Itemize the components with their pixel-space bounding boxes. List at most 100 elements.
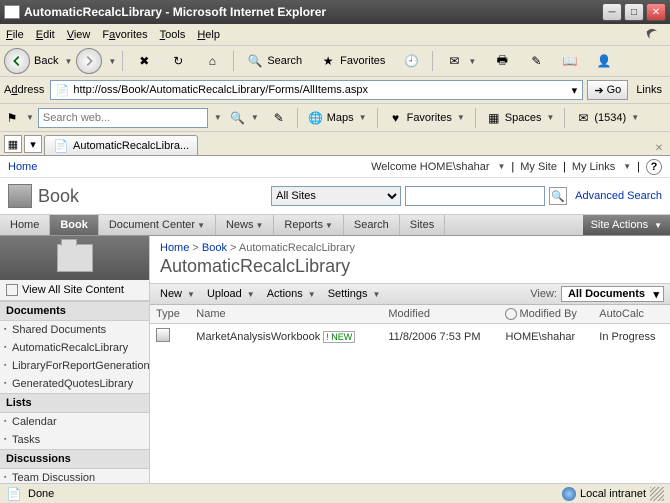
nav-tab-reports[interactable]: Reports▼	[274, 215, 343, 235]
sidebar-item-libraryforreportgeneration[interactable]: LibraryForReportGeneration	[0, 357, 149, 375]
tab-close-button[interactable]: ✕	[652, 141, 666, 155]
tab-list-button[interactable]: ▾	[24, 135, 42, 153]
sidebar-item-generatedquoteslibrary[interactable]: GeneratedQuotesLibrary	[0, 375, 149, 393]
address-input-wrap[interactable]: 📄 ▾	[50, 80, 583, 100]
crumb-home[interactable]: Home	[160, 242, 189, 254]
col-autocalc[interactable]: AutoCalc	[593, 305, 670, 324]
maximize-button[interactable]: □	[624, 3, 644, 21]
searchweb-input[interactable]	[39, 112, 207, 124]
col-type[interactable]: Type	[150, 305, 190, 324]
nav-tab-book[interactable]: Book	[50, 215, 99, 235]
minimize-button[interactable]: ─	[602, 3, 622, 21]
viewall-label: View All Site Content	[22, 284, 124, 296]
site-actions-menu[interactable]: Site Actions ▼	[583, 215, 670, 235]
advanced-search-link[interactable]: Advanced Search	[575, 190, 662, 202]
actions-menu[interactable]: Actions▼	[263, 288, 320, 300]
help-button[interactable]: ?	[646, 159, 662, 175]
table-row[interactable]: MarketAnalysisWorkbook! NEW11/8/2006 7:5…	[150, 324, 670, 350]
mylinks-link[interactable]: My Links	[572, 161, 615, 173]
fav2-label: Favorites	[407, 112, 452, 124]
nav-tab-news[interactable]: News▼	[216, 215, 274, 235]
address-bar: Address 📄 ▾ ➔ Go Links	[0, 77, 670, 104]
address-input[interactable]	[73, 84, 566, 96]
history-button[interactable]: 🕘	[396, 50, 426, 72]
welcome-user[interactable]: Welcome HOME\shahar	[371, 161, 489, 173]
mail2-button[interactable]: ✉(1534)▼	[571, 108, 643, 128]
col-modifiedby[interactable]: Modified By	[499, 305, 593, 324]
messenger-button[interactable]: 👤	[589, 50, 619, 72]
search-button[interactable]: 🔍Search	[240, 50, 309, 72]
favorites-button[interactable]: ★Favorites	[313, 50, 392, 72]
view-all-site-content[interactable]: View All Site Content	[0, 280, 149, 301]
refresh-button[interactable]: ↻	[163, 50, 193, 72]
sidebar-item-calendar[interactable]: Calendar	[0, 413, 149, 431]
new-menu[interactable]: New▼	[156, 288, 199, 300]
links-label[interactable]: Links	[636, 84, 662, 96]
searchweb-input-wrap[interactable]	[38, 108, 208, 128]
stop-button[interactable]: ✖	[129, 50, 159, 72]
maps-label: Maps	[327, 112, 354, 124]
back-button[interactable]	[4, 48, 30, 74]
doc-autocalc: In Progress	[593, 324, 670, 350]
quick-tabs-button[interactable]: ▦	[4, 135, 22, 153]
site-search-input[interactable]	[405, 186, 545, 206]
print-button[interactable]: 🖶	[487, 50, 517, 72]
doc-modified: 11/8/2006 7:53 PM	[382, 324, 499, 350]
go-button[interactable]: ➔ Go	[587, 80, 628, 100]
mysite-link[interactable]: My Site	[520, 161, 557, 173]
ie-logo-icon	[640, 25, 664, 45]
forward-dropdown[interactable]: ▼	[108, 57, 116, 66]
go-label: Go	[607, 84, 622, 96]
menu-favorites[interactable]: Favorites	[102, 29, 147, 41]
forward-button[interactable]	[76, 48, 102, 74]
sidebar-item-automaticrecalclibrary[interactable]: AutomaticRecalcLibrary	[0, 339, 149, 357]
edit-button[interactable]: ✎	[521, 50, 551, 72]
menu-tools[interactable]: Tools	[160, 29, 186, 41]
tab-label: AutomaticRecalcLibra...	[73, 140, 189, 152]
menu-help[interactable]: Help	[197, 29, 220, 41]
spaces-button[interactable]: ▦Spaces▼	[482, 108, 559, 128]
settings-menu[interactable]: Settings▼	[324, 288, 385, 300]
address-dropdown[interactable]: ▾	[566, 84, 582, 97]
col-modified[interactable]: Modified	[382, 305, 499, 324]
menu-edit[interactable]: Edit	[36, 29, 55, 41]
sp-home-link[interactable]: Home	[8, 161, 37, 173]
searchweb-go[interactable]: 🔍▼	[226, 108, 263, 128]
crumb-book[interactable]: Book	[202, 242, 227, 254]
mail-button[interactable]: ✉▼	[439, 50, 483, 72]
resize-grip[interactable]	[650, 487, 664, 501]
nav-tab-sites[interactable]: Sites	[400, 215, 445, 235]
research-button[interactable]: 📖	[555, 50, 585, 72]
nav-toolbar: Back ▼ ▼ ✖ ↻ ⌂ 🔍Search ★Favorites 🕘 ✉▼ 🖶…	[0, 46, 670, 77]
magnify-icon: 🔍	[230, 110, 246, 126]
doc-name[interactable]: MarketAnalysisWorkbook	[196, 331, 320, 343]
col-name[interactable]: Name	[190, 305, 382, 324]
sp-main: Home > Book > AutomaticRecalcLibrary Aut…	[150, 236, 670, 494]
tab-favicon-icon: 📄	[53, 138, 69, 154]
nav-tab-home[interactable]: Home	[0, 215, 50, 235]
upload-menu[interactable]: Upload▼	[203, 288, 259, 300]
document-type-icon	[156, 328, 170, 342]
go-icon: ➔	[594, 84, 603, 97]
address-label: Address	[4, 84, 44, 96]
nav-tab-search[interactable]: Search	[344, 215, 400, 235]
highlight-button[interactable]: ✎	[267, 108, 291, 128]
site-logo-icon	[8, 184, 32, 208]
zone-label: Local intranet	[580, 488, 646, 500]
presence-icon	[505, 308, 517, 320]
fav2-button[interactable]: ♥Favorites▼	[384, 108, 469, 128]
nav-tab-document-center[interactable]: Document Center▼	[99, 215, 216, 235]
menu-file[interactable]: File	[6, 29, 24, 41]
sp-brand-row: Book All Sites 🔍 Advanced Search	[0, 178, 670, 214]
menu-view[interactable]: View	[67, 29, 91, 41]
page-tab[interactable]: 📄 AutomaticRecalcLibra...	[44, 135, 198, 155]
close-button[interactable]: ✕	[646, 3, 666, 21]
search-scope-select[interactable]: All Sites	[271, 186, 401, 206]
sidebar-item-shared-documents[interactable]: Shared Documents	[0, 321, 149, 339]
site-search-button[interactable]: 🔍	[549, 187, 567, 205]
home-button[interactable]: ⌂	[197, 50, 227, 72]
view-selector[interactable]: All Documents	[561, 286, 664, 302]
maps-button[interactable]: 🌐Maps▼	[304, 108, 371, 128]
sidebar-item-tasks[interactable]: Tasks	[0, 431, 149, 449]
back-dropdown[interactable]: ▼	[64, 57, 72, 66]
